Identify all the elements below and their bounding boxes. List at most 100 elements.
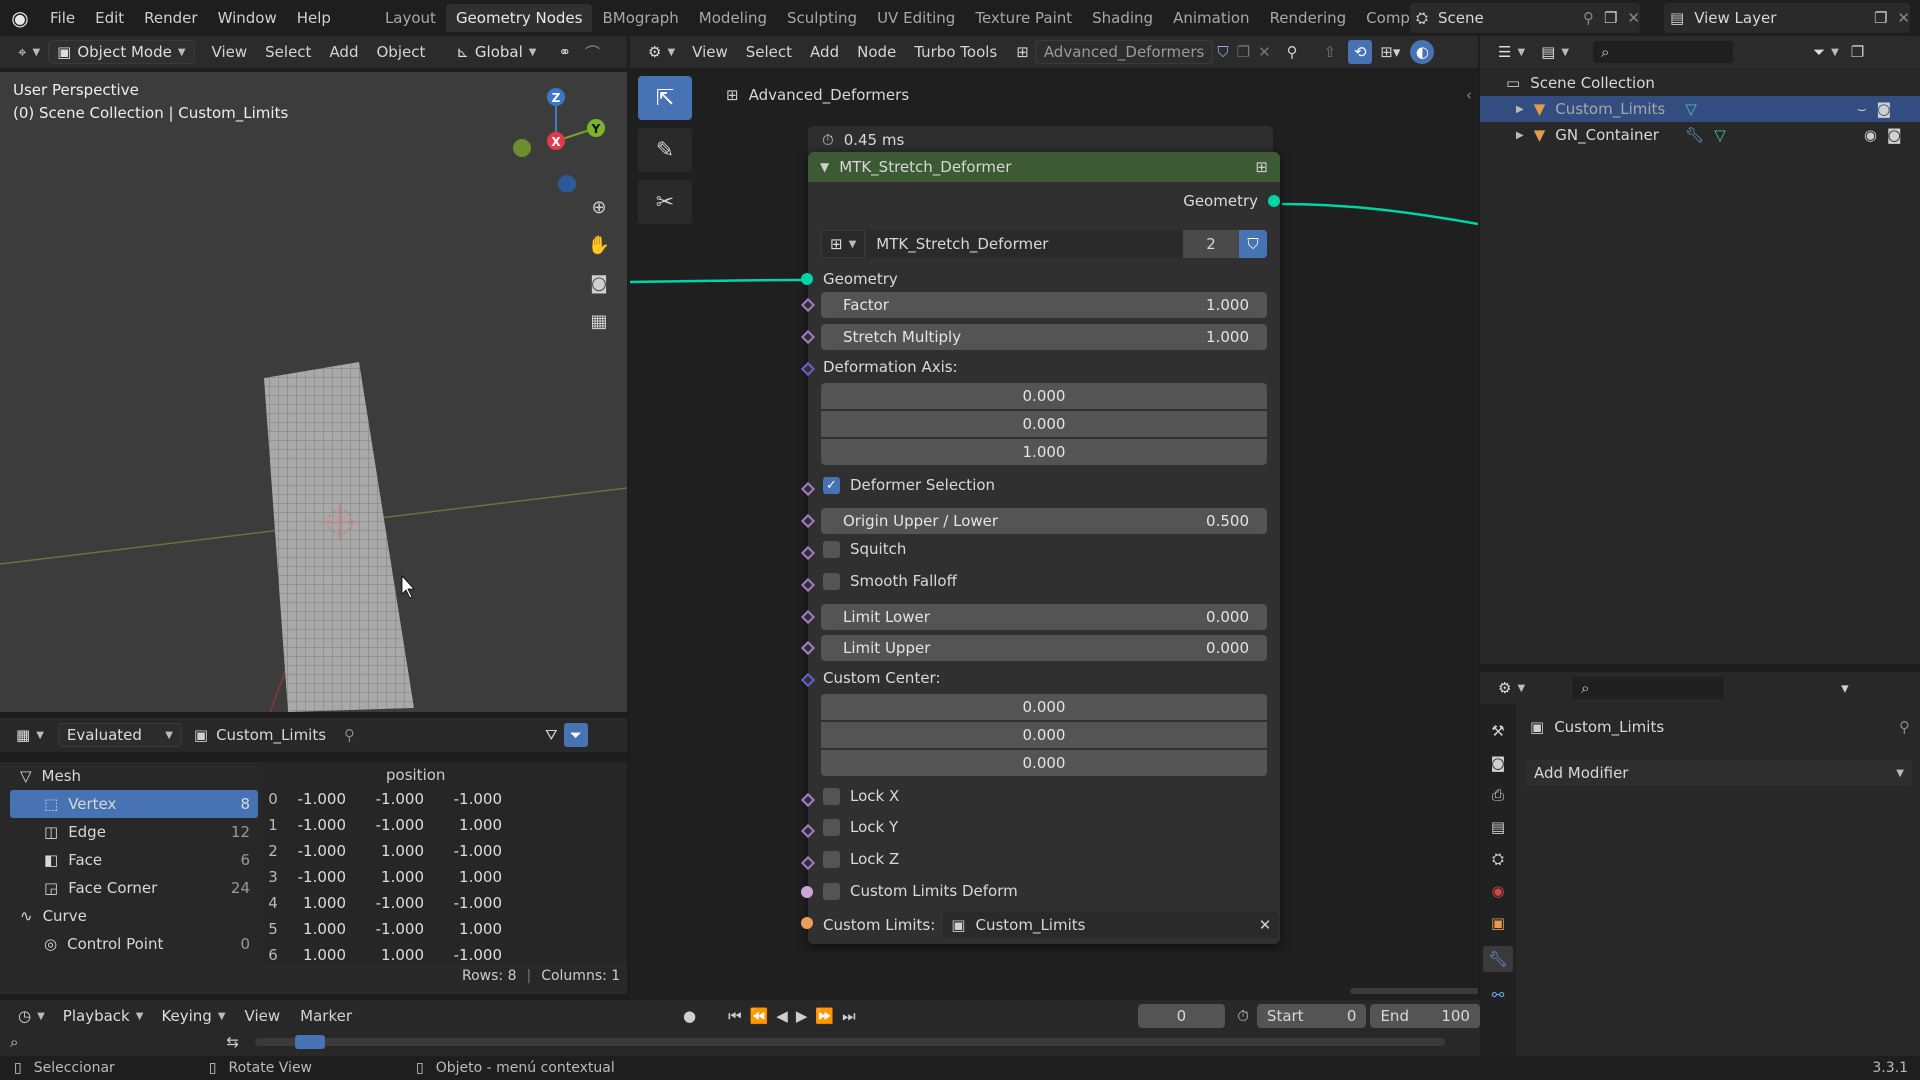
limit-lower-field[interactable]: Limit Lower 0.000	[821, 604, 1267, 630]
view-layer-icon[interactable]: ▤	[1670, 9, 1684, 27]
parent-node-tree-icon[interactable]: ⇧	[1324, 43, 1337, 61]
output-geometry-socket[interactable]	[1268, 195, 1280, 207]
expand-arrow-icon[interactable]: ▶	[1516, 104, 1524, 115]
tab-bmograph[interactable]: BMograph	[592, 4, 688, 32]
pin-icon[interactable]: ⚲	[1287, 43, 1298, 61]
navigation-gizmo[interactable]: Z Y X	[502, 82, 612, 192]
axis-y-field[interactable]: 0.000	[821, 411, 1267, 437]
evaluation-mode-dropdown[interactable]: Evaluated ▼	[57, 723, 182, 747]
pan-hand-icon[interactable]: ✋	[585, 231, 613, 259]
output-tab-icon[interactable]: ⎙	[1492, 786, 1504, 804]
spreadsheet-object[interactable]: Custom_Limits	[216, 726, 326, 744]
timeline-menu-marker[interactable]: Marker	[291, 1007, 361, 1025]
viewport-menu-add[interactable]: Add	[320, 43, 367, 61]
tree-item-face-corner[interactable]: ◲ Face Corner 24	[10, 874, 258, 902]
unlink-icon[interactable]: ✕	[1258, 43, 1271, 61]
timeline-menu-view[interactable]: View	[236, 1007, 290, 1025]
custom-limits-deform-checkbox[interactable]: Custom Limits Deform	[823, 882, 1018, 900]
node-menu-select[interactable]: Select	[737, 43, 801, 61]
node-menu-add[interactable]: Add	[801, 43, 848, 61]
stopwatch-icon[interactable]: ⏱	[1237, 1007, 1249, 1025]
lock-y-checkbox[interactable]: Lock Y	[823, 818, 898, 836]
input-geometry-socket[interactable]	[801, 273, 813, 285]
ortho-grid-icon[interactable]: ▦	[585, 307, 613, 335]
snap-icon[interactable]: ⌒	[585, 42, 600, 63]
tab-geometry-nodes[interactable]: Geometry Nodes	[445, 4, 593, 32]
tree-item-mesh[interactable]: ▽ Mesh	[10, 762, 258, 790]
fake-user-shield-icon[interactable]: ⛉	[1217, 43, 1228, 61]
outliner-item-gn-container[interactable]: ▶ ▼ GN_Container 🔧︎ ▽ ◉ ◙	[1480, 122, 1920, 148]
delete-view-layer-icon[interactable]: ✕	[1897, 9, 1910, 27]
menu-help[interactable]: Help	[287, 9, 341, 27]
view-layer-tab-icon[interactable]: ▤	[1491, 818, 1505, 836]
playhead[interactable]	[294, 1035, 325, 1049]
particles-tab-icon[interactable]: ⚯	[1492, 986, 1505, 1004]
play-reverse-icon[interactable]: ◀	[776, 1007, 788, 1025]
current-frame-field[interactable]: 0	[1137, 1004, 1226, 1028]
viewport-menu-select[interactable]: Select	[256, 43, 320, 61]
blender-logo-icon[interactable]: ◉	[0, 6, 40, 30]
tab-uv-editing[interactable]: UV Editing	[867, 4, 965, 32]
node-mtk-stretch-deformer[interactable]: ▼ MTK_Stretch_Deformer ⊞ Geometry ⊞ ▼ MTK…	[800, 152, 1280, 944]
center-z-field[interactable]: 0.000	[821, 750, 1267, 776]
scene-icon[interactable]: ⛭	[1416, 9, 1428, 27]
editor-type-dropdown[interactable]: ⌖ ▼	[10, 41, 48, 63]
pivot-icon[interactable]: ⚭	[558, 43, 571, 61]
view-layer-name[interactable]: View Layer	[1694, 9, 1864, 27]
pin-icon[interactable]: ⚲	[1583, 9, 1594, 27]
node-group-datablock-name[interactable]: MTK_Stretch_Deformer	[866, 230, 1183, 258]
node-menu-node[interactable]: Node	[848, 43, 905, 61]
object-tab-icon[interactable]: ▣	[1491, 914, 1505, 932]
center-y-field[interactable]: 0.000	[821, 722, 1267, 748]
expand-arrow-icon[interactable]: ▶	[1516, 130, 1524, 141]
playback-menu[interactable]: Playback ▼	[55, 1005, 152, 1027]
zoom-icon[interactable]: ⊕	[585, 193, 613, 221]
tree-item-edge[interactable]: ◫ Edge 12	[10, 818, 258, 846]
node-tree-icon[interactable]: ⊞	[1016, 43, 1029, 61]
column-header-position[interactable]: position	[386, 766, 445, 784]
limit-upper-field[interactable]: Limit Upper 0.000	[821, 635, 1267, 661]
pin-icon[interactable]: ⚲	[1899, 718, 1910, 736]
search-icon[interactable]: ⌕	[10, 1033, 18, 1051]
timeline-scrubber[interactable]	[254, 1035, 1445, 1049]
new-collection-icon[interactable]: ❐	[1851, 43, 1864, 61]
snap-settings-icon[interactable]: ⊞▾	[1380, 43, 1400, 61]
node-group-icon[interactable]: ⊞	[1255, 158, 1268, 176]
add-modifier-button[interactable]: Add Modifier ▼	[1526, 760, 1912, 786]
pin-icon[interactable]: ⚲	[344, 726, 355, 744]
mode-dropdown[interactable]: ▣ Object Mode ▼	[48, 40, 195, 64]
node-menu-turbo-tools[interactable]: Turbo Tools	[905, 43, 1006, 61]
tree-item-curve[interactable]: ∿ Curve	[10, 902, 258, 930]
node-group-selector[interactable]: Advanced_Deformers	[1034, 40, 1214, 64]
render-camera-icon[interactable]: ◙	[1877, 100, 1892, 118]
3d-viewport[interactable]: User Perspective (0) Scene Collection | …	[0, 72, 627, 712]
tab-shading[interactable]: Shading	[1082, 4, 1163, 32]
menu-file[interactable]: File	[40, 9, 85, 27]
jump-start-icon[interactable]: ⏮	[728, 1007, 742, 1025]
custom-limits-socket[interactable]	[801, 917, 813, 929]
viewport-menu-view[interactable]: View	[203, 43, 257, 61]
play-icon[interactable]: ▶	[796, 1007, 808, 1025]
delete-scene-icon[interactable]: ✕	[1627, 9, 1640, 27]
render-camera-icon[interactable]: ◙	[1887, 126, 1902, 144]
gizmo-neg-z-icon[interactable]	[558, 175, 576, 192]
properties-editor-type[interactable]: ⚙ ▼	[1490, 677, 1533, 699]
visibility-hidden-icon[interactable]: ⌣	[1857, 100, 1867, 118]
lock-x-checkbox[interactable]: Lock X	[823, 787, 899, 805]
viewport-menu-object[interactable]: Object	[367, 43, 434, 61]
end-frame-field[interactable]: End 100	[1370, 1004, 1480, 1028]
camera-view-icon[interactable]: ◙	[585, 269, 613, 297]
outliner-editor-type[interactable]: ☰ ▼	[1490, 41, 1533, 63]
swap-icon[interactable]: ⇆	[226, 1033, 239, 1051]
record-icon[interactable]: ●	[683, 1007, 696, 1025]
tree-item-control-point[interactable]: ◎ Control Point 0	[10, 930, 258, 958]
properties-search[interactable]: ⌕	[1573, 677, 1724, 699]
tab-layout[interactable]: Layout	[375, 4, 446, 32]
outliner-filter-dropdown[interactable]: ⏷ ▼	[1805, 41, 1847, 63]
tab-animation[interactable]: Animation	[1163, 4, 1259, 32]
timeline-editor-type[interactable]: ◷ ▼	[10, 1005, 53, 1027]
start-frame-field[interactable]: Start 0	[1256, 1004, 1367, 1028]
stretch-multiply-field[interactable]: Stretch Multiply 1.000	[821, 324, 1267, 350]
lock-z-checkbox[interactable]: Lock Z	[823, 850, 899, 868]
overlay-toggle-icon[interactable]: ◐	[1410, 40, 1435, 64]
